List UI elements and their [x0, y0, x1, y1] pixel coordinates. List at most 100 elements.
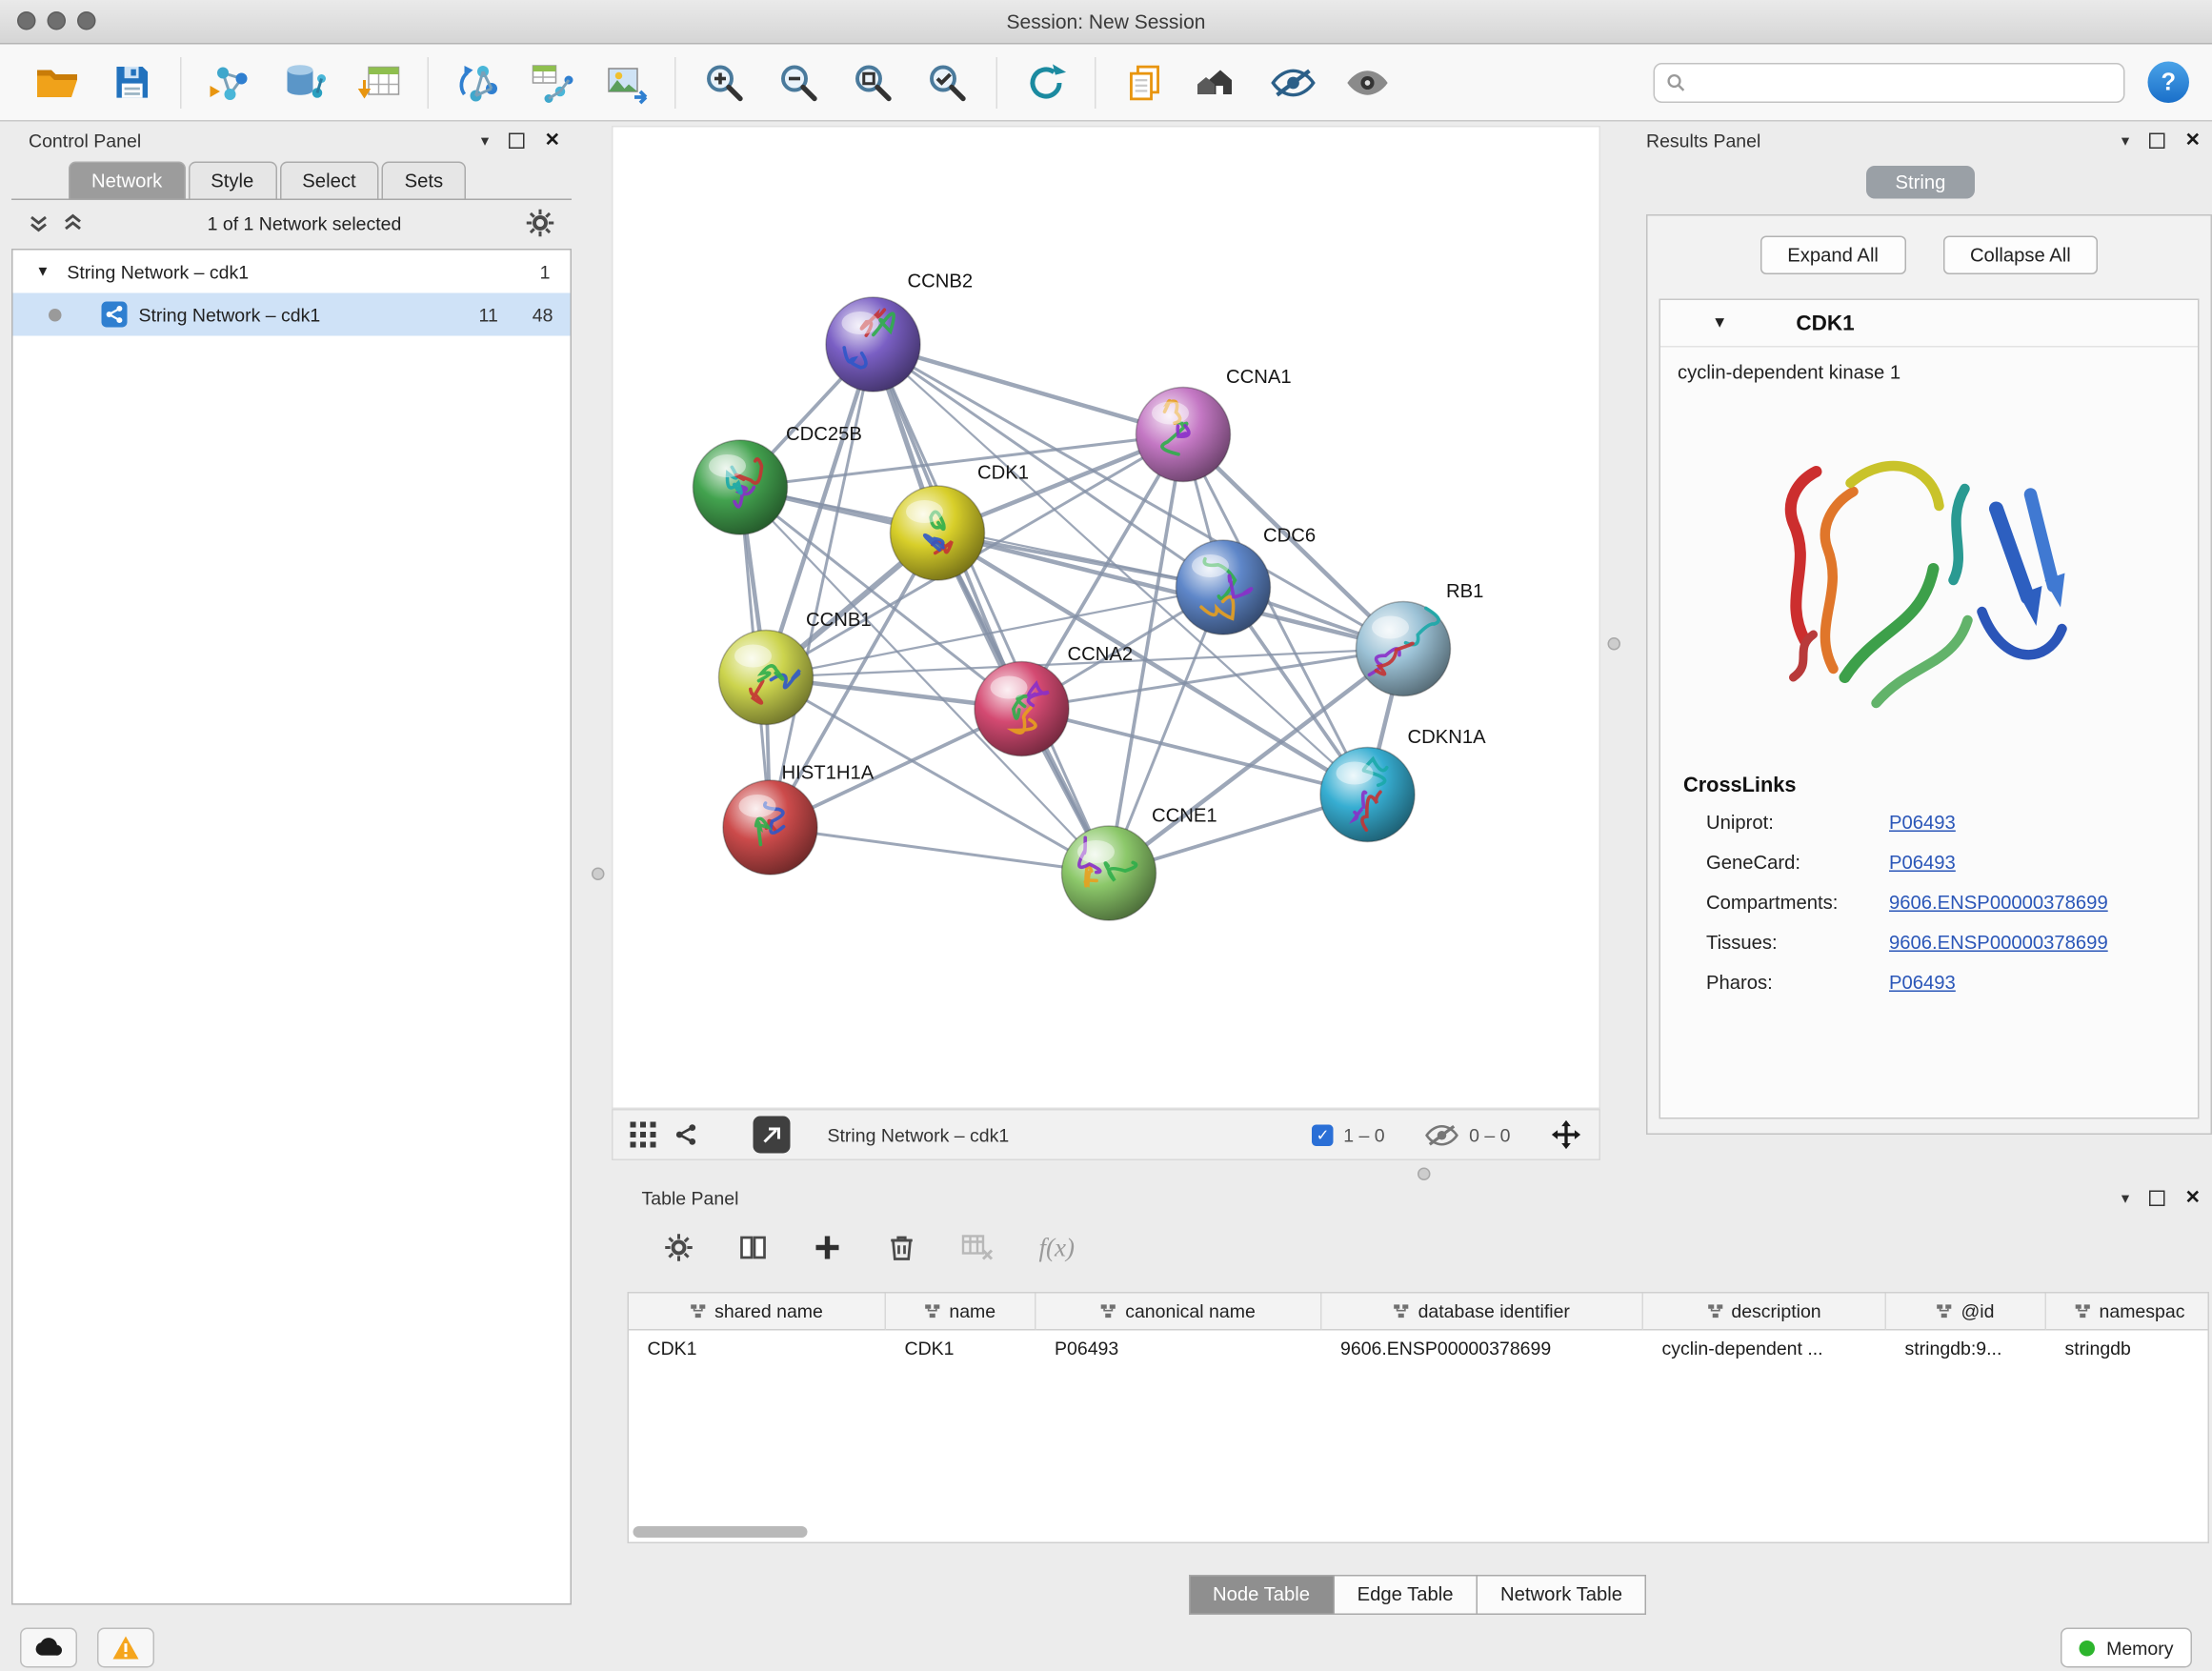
network-node-CDK1[interactable] [891, 486, 985, 580]
left-splitter-handle[interactable] [592, 868, 605, 881]
show-all-button[interactable] [1331, 50, 1405, 115]
tab-node-table[interactable]: Node Table [1188, 1575, 1334, 1615]
horizontal-splitter-handle[interactable] [1418, 1168, 1431, 1181]
network-node-CCNE1[interactable] [1062, 826, 1156, 920]
panel-close-icon[interactable]: ✕ [2185, 1186, 2201, 1209]
network-node-CDKN1A[interactable] [1320, 748, 1415, 842]
panel-close-icon[interactable]: ✕ [2185, 129, 2201, 151]
network-edge-HIST1H1A-CCNE1[interactable] [771, 828, 1110, 874]
tab-sets[interactable]: Sets [382, 162, 467, 199]
selected-checkbox-icon[interactable]: ✓ [1312, 1124, 1334, 1146]
network-node-CCNB2[interactable] [826, 297, 920, 392]
expand-all-button[interactable]: Expand All [1760, 236, 1906, 275]
import-table-file-button[interactable] [342, 50, 416, 115]
tab-style[interactable]: Style [188, 162, 276, 199]
protein-card-header[interactable]: ▼ CDK1 [1660, 300, 2198, 348]
save-session-button[interactable] [94, 50, 169, 115]
table-cell[interactable]: cyclin-dependent ... [1643, 1331, 1886, 1368]
network-row[interactable]: String Network – cdk1 11 48 [13, 293, 571, 336]
panel-float-icon[interactable] [2149, 132, 2165, 149]
hide-selected-button[interactable] [1257, 50, 1331, 115]
table-cell[interactable]: CDK1 [629, 1331, 886, 1368]
column-header-canonical-name[interactable]: canonical name [1036, 1294, 1322, 1331]
collapse-all-button[interactable]: Collapse All [1942, 236, 2098, 275]
import-network-database-button[interactable] [268, 50, 342, 115]
column-header-description[interactable]: description [1643, 1294, 1886, 1331]
network-from-table-button[interactable] [514, 50, 589, 115]
crosslink-link[interactable]: P06493 [1889, 852, 1956, 874]
tab-select[interactable]: Select [279, 162, 378, 199]
help-button[interactable]: ? [2148, 62, 2190, 104]
annotations-button[interactable] [1182, 50, 1257, 115]
right-splitter-handle[interactable] [1608, 637, 1621, 651]
tab-edge-table[interactable]: Edge Table [1333, 1575, 1478, 1615]
crosslink-link[interactable]: 9606.ENSP00000378699 [1889, 892, 2108, 914]
column-header-database-identifier[interactable]: database identifier [1322, 1294, 1644, 1331]
column-header-namespac[interactable]: namespac [2046, 1294, 2209, 1331]
network-node-RB1[interactable] [1357, 602, 1451, 696]
results-tab-string[interactable]: String [1867, 166, 1975, 199]
crosslink-link[interactable]: P06493 [1889, 972, 1956, 994]
share-network-icon[interactable] [674, 1122, 699, 1148]
network-canvas[interactable]: CCNB2CCNA1CDC25BCDK1CDC6RB1CCNB1CCNA2CDK… [612, 126, 1600, 1109]
birds-eye-view-icon[interactable] [631, 1122, 656, 1148]
apply-layout-button[interactable] [1009, 50, 1083, 115]
network-edge-CCNB2-HIST1H1A[interactable] [771, 345, 874, 828]
zoom-selected-button[interactable] [911, 50, 985, 115]
tab-network-table[interactable]: Network Table [1477, 1575, 1647, 1615]
collapse-card-icon[interactable]: ▼ [1712, 314, 1727, 332]
zoom-in-button[interactable] [688, 50, 762, 115]
column-header-shared-name[interactable]: shared name [629, 1294, 886, 1331]
network-node-CCNB1[interactable] [719, 631, 814, 725]
collapse-all-icon[interactable] [29, 213, 49, 233]
show-columns-icon[interactable] [739, 1234, 768, 1262]
table-cell[interactable]: stringdb:9... [1886, 1331, 2046, 1368]
clone-network-button[interactable] [440, 50, 514, 115]
delete-column-icon[interactable] [888, 1234, 916, 1262]
import-network-file-button[interactable] [193, 50, 268, 115]
tab-network[interactable]: Network [69, 162, 185, 199]
column-header-name[interactable]: name [886, 1294, 1036, 1331]
export-image-button[interactable] [589, 50, 663, 115]
add-column-icon[interactable] [814, 1234, 842, 1262]
network-node-CCNA2[interactable] [975, 662, 1069, 756]
crosslink-link[interactable]: 9606.ENSP00000378699 [1889, 932, 2108, 954]
panel-menu-icon[interactable]: ▾ [481, 131, 489, 150]
table-cell[interactable]: P06493 [1036, 1331, 1322, 1368]
network-graph[interactable]: CCNB2CCNA1CDC25BCDK1CDC6RB1CCNB1CCNA2CDK… [613, 128, 1599, 1108]
expand-all-icon[interactable] [63, 213, 83, 233]
network-edge-CCNB2-CCNE1[interactable] [874, 345, 1110, 874]
gear-icon[interactable] [526, 209, 554, 237]
zoom-out-button[interactable] [762, 50, 836, 115]
table-horizontal-scrollbar[interactable] [633, 1526, 808, 1538]
warnings-button[interactable] [97, 1628, 154, 1668]
cloud-button[interactable] [20, 1628, 77, 1668]
network-node-HIST1H1A[interactable] [723, 780, 817, 875]
column-header--id[interactable]: @id [1886, 1294, 2046, 1331]
network-node-CDC25B[interactable] [694, 440, 788, 534]
tree-expand-icon[interactable]: ▼ [36, 264, 50, 280]
memory-button[interactable]: Memory [2061, 1628, 2192, 1668]
function-builder-icon[interactable]: f(x) [1039, 1233, 1075, 1263]
close-window-button[interactable] [17, 11, 36, 30]
table-cell[interactable]: CDK1 [886, 1331, 1036, 1368]
network-node-CDC6[interactable] [1176, 540, 1271, 634]
zoom-fit-button[interactable] [836, 50, 911, 115]
table-row[interactable]: CDK1CDK1P064939606.ENSP00000378699cyclin… [629, 1331, 2208, 1368]
table-cell[interactable]: stringdb [2046, 1331, 2209, 1368]
table-cell[interactable]: 9606.ENSP00000378699 [1322, 1331, 1644, 1368]
panel-close-icon[interactable]: ✕ [545, 129, 560, 151]
minimize-window-button[interactable] [48, 11, 67, 30]
panel-float-icon[interactable] [2149, 1190, 2165, 1206]
copy-document-button[interactable] [1108, 50, 1182, 115]
search-input[interactable] [1695, 70, 2112, 95]
panel-menu-icon[interactable]: ▾ [2122, 131, 2129, 150]
crosslink-link[interactable]: P06493 [1889, 812, 1956, 834]
network-edge-CCNB2-CCNA1[interactable] [874, 345, 1184, 435]
move-crosshair-icon[interactable] [1551, 1119, 1582, 1151]
network-node-CCNA1[interactable] [1136, 388, 1231, 482]
open-session-button[interactable] [20, 50, 94, 115]
panel-float-icon[interactable] [509, 132, 525, 149]
zoom-window-button[interactable] [77, 11, 96, 30]
network-collection-row[interactable]: ▼ String Network – cdk1 1 [13, 251, 571, 293]
